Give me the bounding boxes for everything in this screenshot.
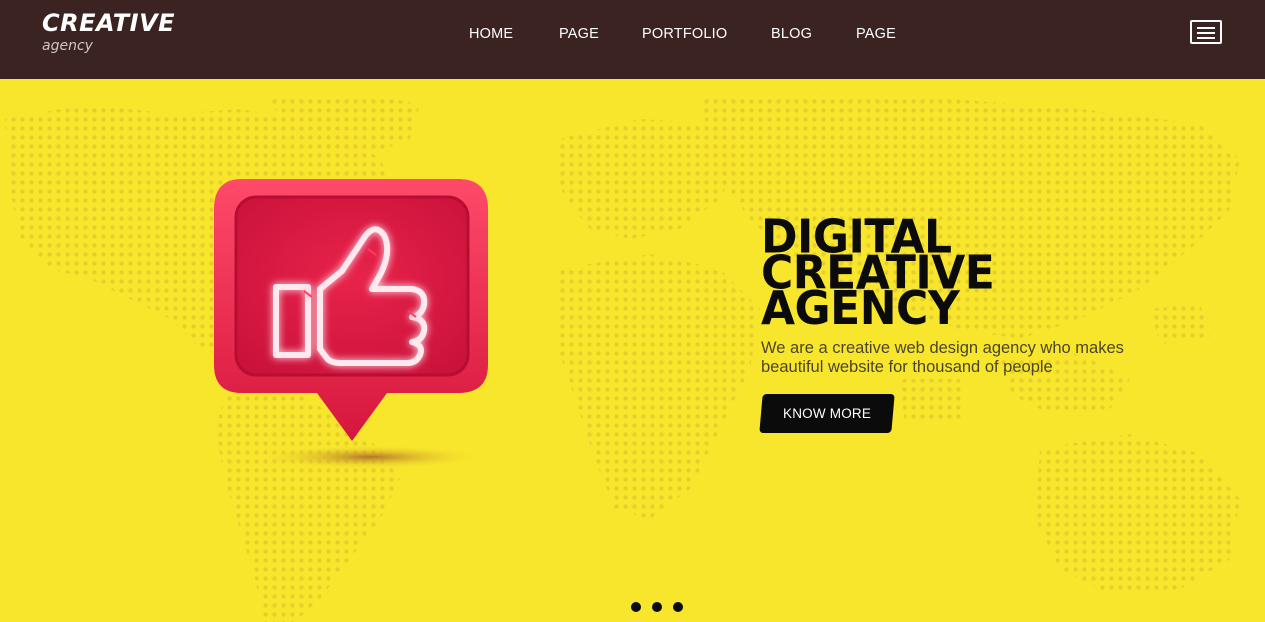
nav-item-blog[interactable]: BLOG (771, 24, 812, 44)
hero-headline: DIGITAL CREATIVE AGENCY (761, 214, 1221, 332)
know-more-label: KNOW MORE (782, 406, 872, 421)
main-nav: HOME PAGE PORTFOLIO BLOG PAGE (0, 24, 1265, 44)
nav-item-portfolio[interactable]: PORTFOLIO (642, 24, 727, 44)
nav-item-page[interactable]: PAGE (559, 24, 599, 44)
know-more-button[interactable]: KNOW MORE (759, 394, 895, 433)
nav-item-home[interactable]: HOME (469, 24, 513, 44)
slider-dot-3[interactable] (673, 602, 683, 612)
thumbs-up-icon (212, 179, 502, 479)
description-line-1: We are a creative web design agency who … (761, 339, 1124, 357)
slider-dot-1[interactable] (631, 602, 641, 612)
hero-description: We are a creative web design agency who … (761, 339, 1181, 377)
hamburger-menu-icon[interactable] (1190, 20, 1222, 44)
slider-dot-2[interactable] (652, 602, 662, 612)
description-line-2: beautiful website for thousand of people (761, 358, 1053, 376)
site-header: CREATIVE agency HOME PAGE PORTFOLIO BLOG… (0, 0, 1265, 79)
hero-section: DIGITAL CREATIVE AGENCY We are a creativ… (0, 79, 1265, 622)
slider-pagination (631, 602, 691, 612)
nav-item-page-2[interactable]: PAGE (856, 24, 896, 44)
hero-content: DIGITAL CREATIVE AGENCY We are a creativ… (759, 214, 1221, 433)
